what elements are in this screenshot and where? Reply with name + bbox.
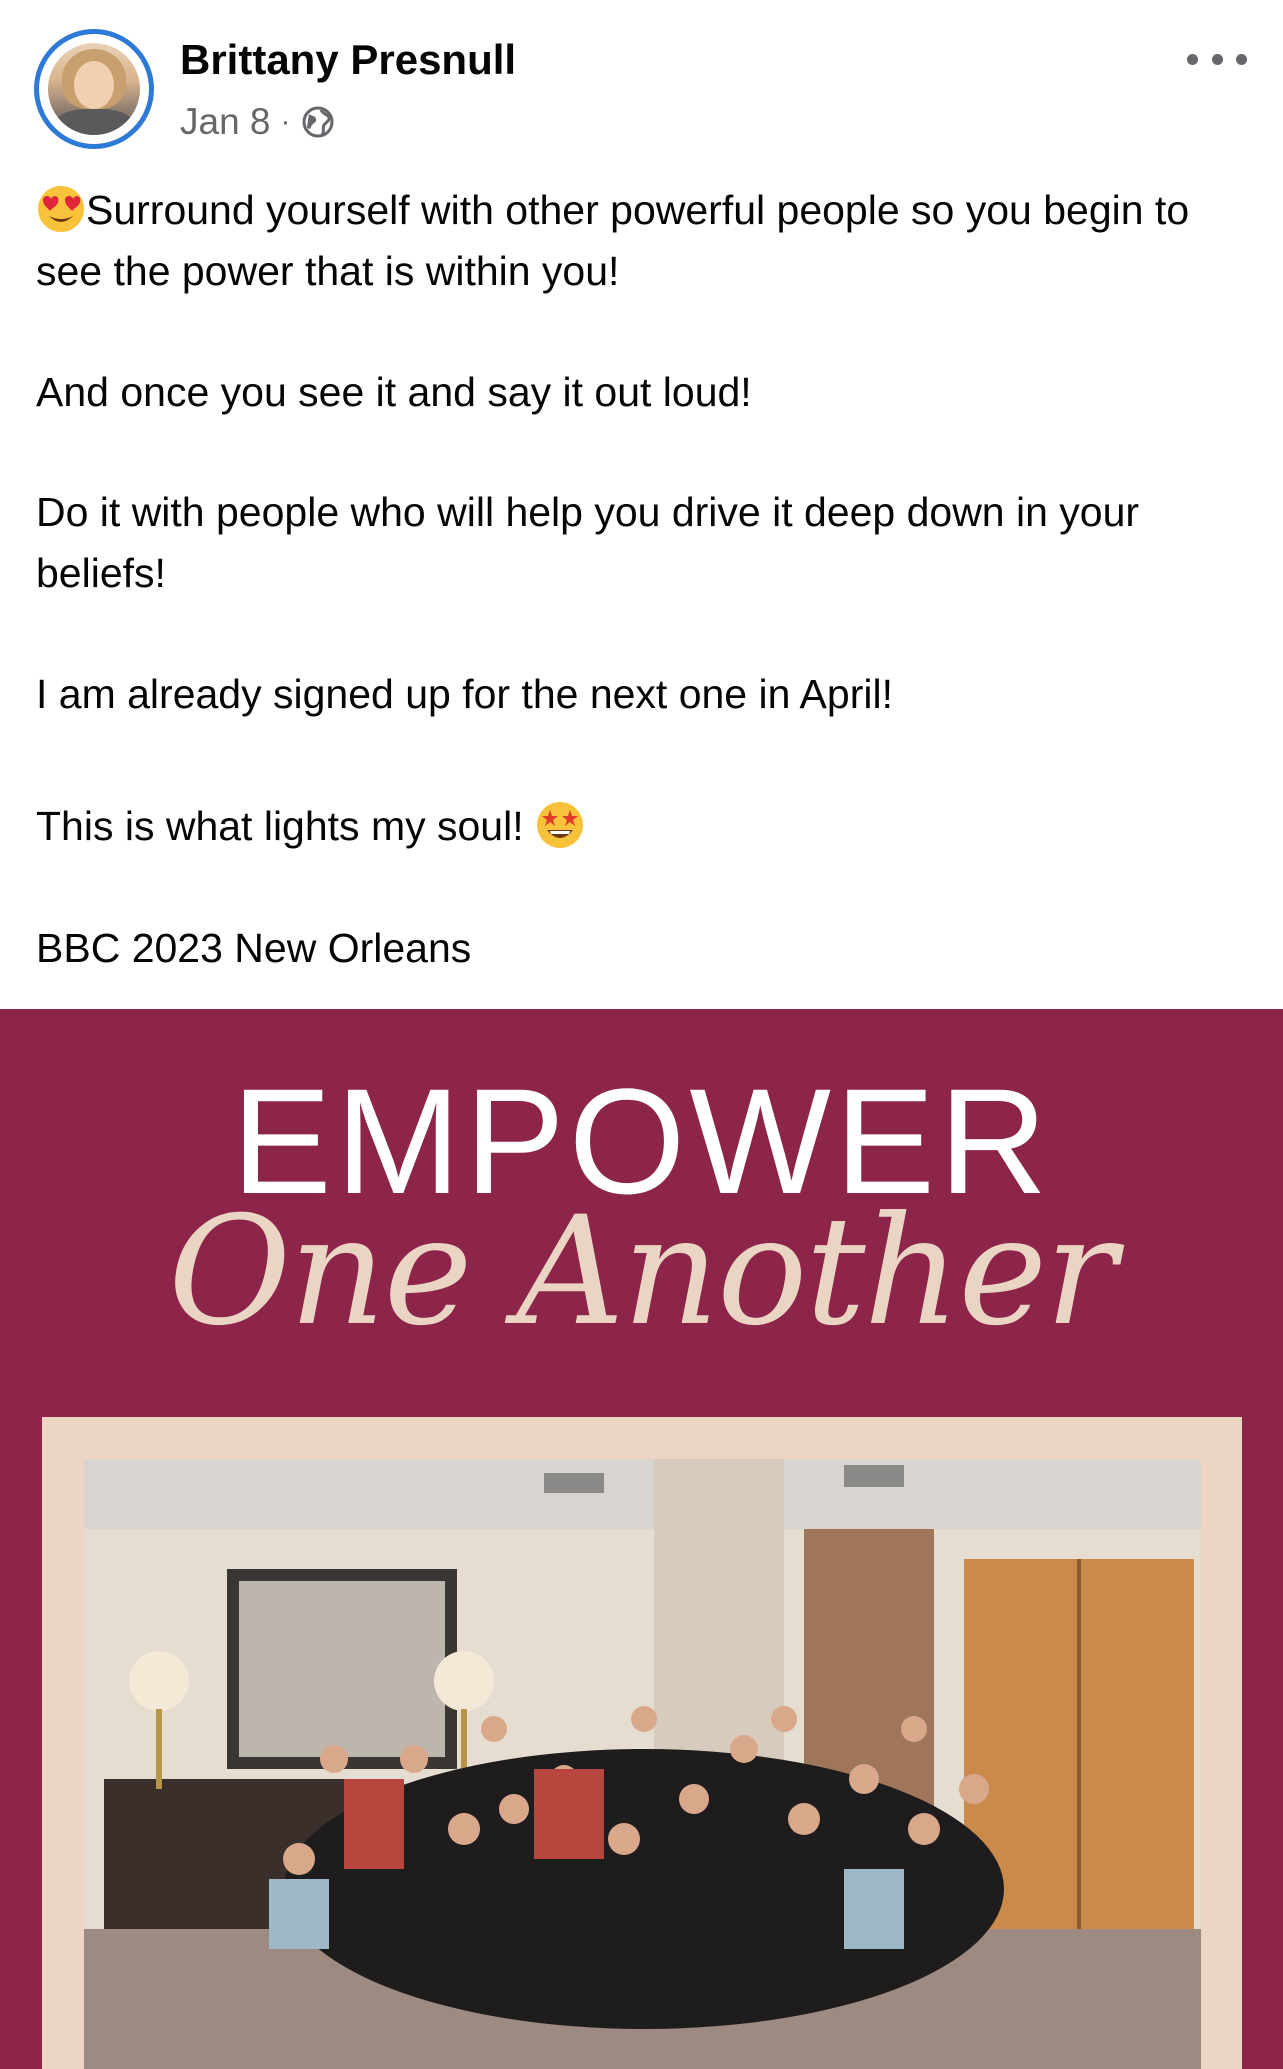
globe-icon[interactable] xyxy=(301,105,335,139)
post-header: Brittany Presnull Jan 8 · xyxy=(0,0,1283,160)
author-name[interactable]: Brittany Presnull xyxy=(180,36,516,84)
post-paragraph-4: I am already signed up for the next one … xyxy=(36,671,893,717)
post-date[interactable]: Jan 8 xyxy=(180,101,271,143)
image-script-line: One Another xyxy=(168,1185,1117,1359)
post-paragraph-6: BBC 2023 New Orleans xyxy=(36,925,472,971)
post-paragraph-1: Surround yourself with other powerful pe… xyxy=(36,180,1246,302)
more-options-icon[interactable] xyxy=(1187,44,1247,74)
heart-eyes-emoji xyxy=(38,186,84,232)
post-paragraph-5: This is what lights my soul! xyxy=(36,796,1246,857)
meta-separator: · xyxy=(280,105,291,138)
star-struck-emoji xyxy=(537,802,584,848)
post-paragraph-3: Do it with people who will help you driv… xyxy=(36,489,1140,596)
author-avatar[interactable] xyxy=(34,29,154,149)
post-image[interactable]: EMPOWER One Another xyxy=(0,1009,1283,2069)
photo-frame xyxy=(42,1417,1242,2069)
group-photo xyxy=(84,1459,1201,2069)
avatar-photo xyxy=(48,43,140,135)
post-paragraph-2: And once you see it and say it out loud! xyxy=(36,369,752,415)
post-meta: Jan 8 · xyxy=(180,100,335,144)
